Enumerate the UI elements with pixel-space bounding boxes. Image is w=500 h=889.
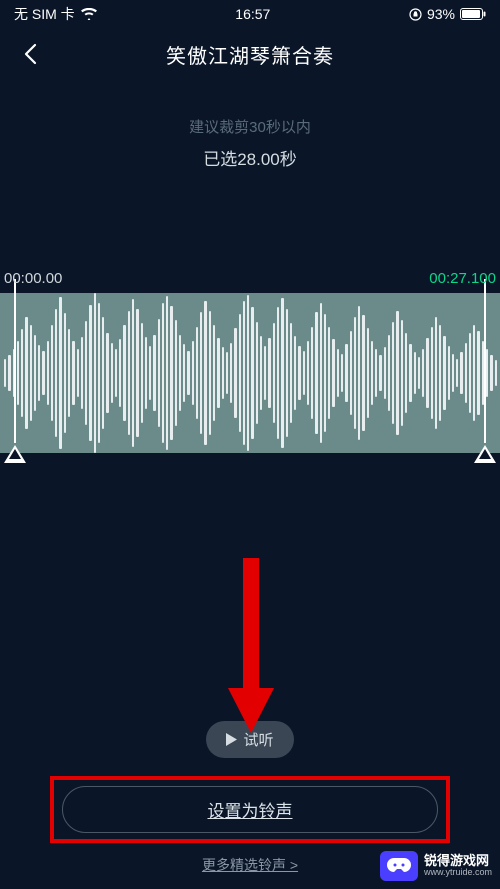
set-ringtone-button[interactable]: 设置为铃声 [62, 786, 438, 833]
more-ringtones-label: 更多精选铃声 > [202, 857, 298, 873]
waveform-section: 00:00.00 00:27.100 [0, 270, 500, 491]
selected-duration: 已选28.00秒 [0, 145, 500, 170]
trim-suggestion: 建议裁剪30秒以内 [0, 116, 500, 137]
status-time: 16:57 [235, 6, 270, 22]
end-time: 00:27.100 [429, 270, 496, 287]
battery-icon [460, 8, 486, 20]
wifi-icon [81, 8, 97, 20]
time-labels: 00:00.00 00:27.100 [0, 270, 500, 287]
watermark: 锐得游戏网 www.ytruide.com [380, 851, 492, 881]
status-right: 93% [409, 6, 486, 22]
start-time: 00:00.00 [4, 270, 62, 287]
battery-percent: 93% [427, 6, 455, 22]
watermark-logo-icon [380, 851, 418, 881]
waveform-container[interactable] [0, 293, 500, 453]
annotation-highlight-box: 设置为铃声 [50, 776, 450, 843]
header: 笑傲江湖琴箫合奏 [0, 28, 500, 80]
watermark-brand: 锐得游戏网 [424, 854, 492, 868]
carrier-text: 无 SIM 卡 [14, 4, 75, 24]
waveform [0, 293, 500, 453]
chevron-left-icon [23, 43, 37, 65]
status-left: 无 SIM 卡 [14, 4, 97, 24]
annotation-arrow [226, 558, 276, 743]
trim-handles [0, 451, 500, 491]
back-button[interactable] [18, 42, 42, 66]
watermark-url: www.ytruide.com [424, 868, 492, 878]
watermark-text: 锐得游戏网 www.ytruide.com [424, 854, 492, 878]
status-bar: 无 SIM 卡 16:57 93% [0, 0, 500, 28]
page-title: 笑傲江湖琴箫合奏 [166, 40, 334, 69]
trim-handle-left[interactable] [2, 443, 28, 487]
trim-handle-right[interactable] [472, 443, 498, 487]
orientation-lock-icon [409, 8, 422, 21]
set-ringtone-label: 设置为铃声 [208, 802, 293, 821]
hint-section: 建议裁剪30秒以内 已选28.00秒 [0, 116, 500, 170]
